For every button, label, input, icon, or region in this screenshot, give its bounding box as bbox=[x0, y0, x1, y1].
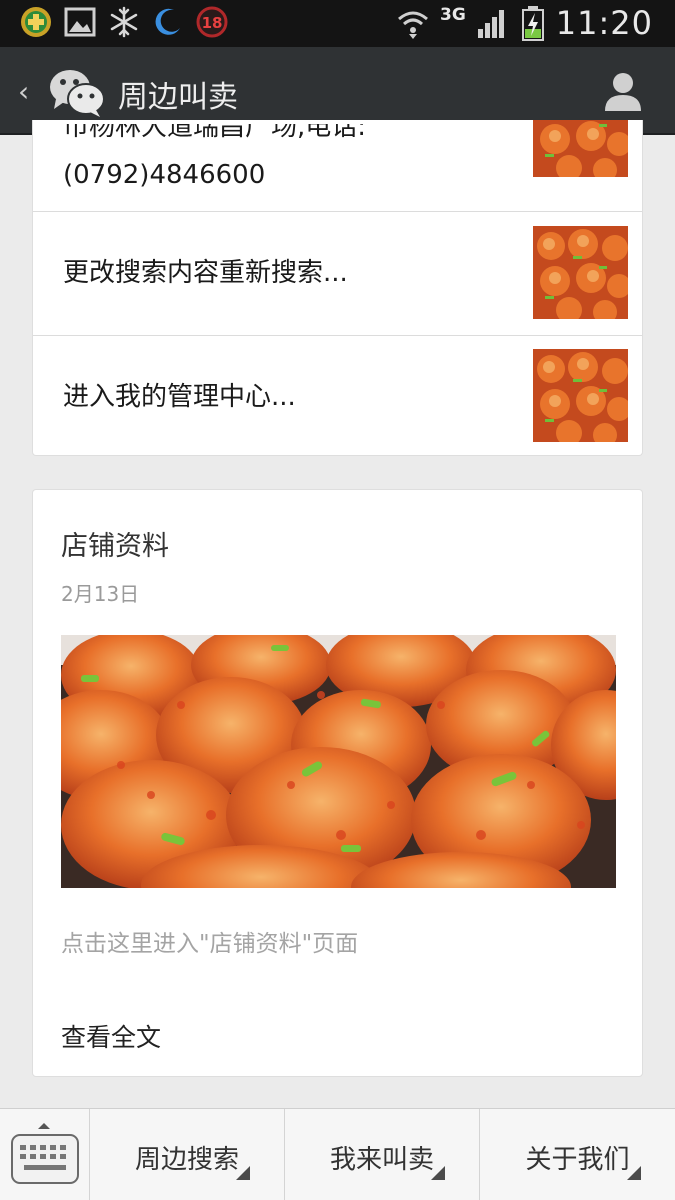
status-indicators: 3G 11:20 bbox=[396, 4, 653, 42]
submenu-indicator-icon bbox=[627, 1166, 641, 1180]
divider bbox=[61, 988, 614, 989]
list-item[interactable]: 进入我的管理中心... bbox=[33, 336, 642, 455]
page-title: 周边叫卖 bbox=[118, 80, 238, 115]
gallery-icon bbox=[64, 7, 96, 37]
article-title: 店铺资料 bbox=[61, 531, 169, 562]
menu-label: 我来叫卖 bbox=[329, 1145, 434, 1175]
wechat-plus-icon bbox=[21, 7, 51, 37]
list-item[interactable]: 更改搜索内容重新搜索... bbox=[33, 212, 642, 336]
food-thumbnail bbox=[533, 226, 628, 319]
food-thumbnail bbox=[533, 349, 628, 442]
network-type: 3G bbox=[439, 5, 466, 25]
submenu-indicator-icon bbox=[431, 1166, 445, 1180]
notification-icons: 18 bbox=[20, 6, 228, 38]
article-cover-image bbox=[61, 635, 616, 888]
person-icon[interactable] bbox=[601, 69, 645, 113]
badge-18-icon: 18 bbox=[196, 6, 228, 38]
wechat-logo-icon bbox=[50, 70, 105, 117]
food-thumbnail bbox=[533, 120, 628, 177]
menu-nearby-search[interactable]: 周边搜索 bbox=[90, 1109, 285, 1200]
moon-icon bbox=[155, 8, 180, 35]
clock: 11:20 bbox=[555, 4, 653, 42]
article-date: 2月13日 bbox=[61, 582, 140, 606]
badge-count: 18 bbox=[202, 14, 223, 32]
list-item-text: 进入我的管理中心... bbox=[63, 382, 296, 412]
menu-label: 关于我们 bbox=[525, 1145, 630, 1175]
article-card[interactable]: 店铺资料 2月13日 点击这里进入"店铺资料"页面 查看全文 bbox=[32, 489, 643, 1077]
keyboard-icon bbox=[11, 1123, 79, 1184]
wifi-icon bbox=[398, 11, 428, 39]
article-summary: 点击这里进入"店铺资料"页面 bbox=[61, 931, 359, 957]
keyboard-toggle-button[interactable] bbox=[0, 1109, 90, 1200]
read-more-link[interactable]: 查看全文 bbox=[61, 1018, 161, 1054]
menu-about-us[interactable]: 关于我们 bbox=[480, 1109, 675, 1200]
menu-label: 周边搜索 bbox=[134, 1145, 239, 1175]
submenu-indicator-icon bbox=[236, 1166, 250, 1180]
list-item-text-line1: 市杨林大道瑞昌广场,电话: bbox=[63, 120, 367, 142]
menu-i-sell[interactable]: 我来叫卖 bbox=[285, 1109, 480, 1200]
back-button[interactable]: ‹ bbox=[10, 67, 110, 117]
list-item-text: 更改搜索内容重新搜索... bbox=[63, 258, 348, 288]
list-item-text-line2: (0792)4846600 bbox=[63, 160, 266, 190]
bottom-menu-bar: 周边搜索 我来叫卖 关于我们 bbox=[0, 1108, 675, 1200]
result-list: 市杨林大道瑞昌广场,电话: (0792)4846600 更改搜索内容重新搜索..… bbox=[32, 120, 643, 456]
list-item[interactable]: 市杨林大道瑞昌广场,电话: (0792)4846600 bbox=[33, 120, 642, 212]
snowflake-icon bbox=[110, 6, 138, 38]
chevron-left-icon: ‹ bbox=[18, 75, 30, 108]
status-bar: 18 3G 11:20 bbox=[0, 0, 675, 47]
signal-icon bbox=[477, 10, 504, 38]
battery-charging-icon bbox=[521, 6, 544, 41]
